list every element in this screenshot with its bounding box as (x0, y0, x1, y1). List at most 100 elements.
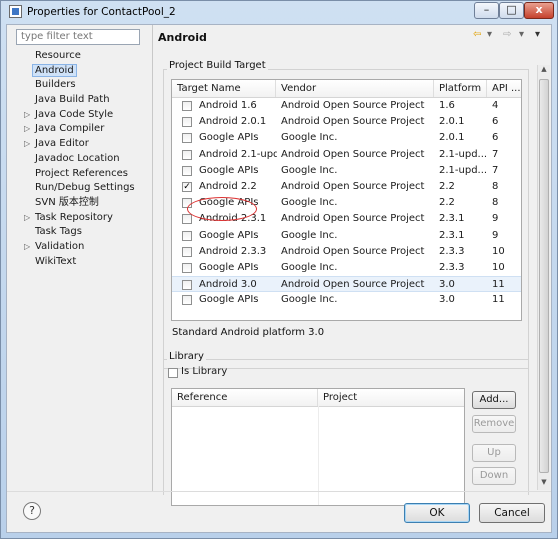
target-checkbox[interactable] (182, 101, 192, 111)
expand-arrow-icon[interactable]: ▷ (24, 211, 30, 226)
back-dropdown-icon[interactable]: ▾ (487, 29, 492, 40)
remove-button[interactable]: Remove (472, 415, 516, 433)
cell-api: 9 (492, 229, 499, 241)
column-header-platform[interactable]: Platform (434, 80, 487, 97)
column-header-api[interactable]: API ... (487, 80, 521, 97)
nav-item-label: SVN 版本控制 (35, 196, 99, 208)
properties-window: Properties for ContactPool_2 – □ x type … (0, 0, 558, 539)
cell-api: 8 (492, 181, 499, 192)
nav-item[interactable]: SVN 版本控制 (11, 196, 151, 211)
minimize-button[interactable]: – (474, 2, 499, 19)
scroll-thumb[interactable] (539, 79, 549, 473)
nav-item[interactable]: Project References (11, 167, 151, 182)
target-checkbox[interactable] (182, 117, 192, 128)
table-row[interactable]: Android 3.0 Android Open Source Project 3.… (172, 276, 521, 293)
target-checkbox[interactable] (182, 246, 192, 257)
table-row[interactable]: Google APIs Google Inc. 2.0.1 6 (172, 130, 521, 146)
sash-divider[interactable] (152, 25, 153, 491)
nav-item-label: Android (32, 63, 77, 77)
table-row[interactable]: Android 2.1-upd... Android Open Source Pr… (172, 147, 521, 163)
is-library-checkbox[interactable] (168, 368, 178, 378)
nav-item[interactable]: WikiText (11, 255, 151, 270)
cell-vendor: Google Inc. (281, 164, 338, 176)
add-button[interactable]: Add... (472, 391, 516, 409)
cell-vendor: Android Open Source Project (281, 116, 425, 128)
expand-arrow-icon[interactable]: ▷ (24, 122, 30, 137)
table-row[interactable]: Google APIs Google Inc. 2.3.1 9 (172, 228, 521, 244)
maximize-button[interactable]: □ (499, 2, 524, 19)
nav-item-label: Java Editor (35, 138, 89, 150)
cell-platform: 3.0 (439, 294, 455, 306)
title-bar[interactable]: Properties for ContactPool_2 – □ x (1, 1, 557, 23)
library-group-label: Library (167, 351, 206, 362)
expand-arrow-icon[interactable]: ▷ (24, 240, 30, 255)
column-header-vendor[interactable]: Vendor (276, 80, 434, 97)
window-title: Properties for ContactPool_2 (27, 6, 176, 18)
table-row[interactable]: Google APIs Google Inc. 2.3.3 10 (172, 260, 521, 276)
nav-item[interactable]: Task Tags (11, 225, 151, 240)
dialog-button-bar: ? OK Cancel (7, 491, 551, 534)
table-row[interactable]: Android 1.6 Android Open Source Project 1.… (172, 98, 521, 114)
down-button[interactable]: Down (472, 467, 516, 485)
nav-item[interactable]: ▷ Java Editor (11, 137, 151, 152)
nav-item[interactable]: Builders (11, 78, 151, 93)
target-checkbox[interactable] (182, 295, 192, 306)
expand-arrow-icon[interactable]: ▷ (24, 108, 30, 123)
scroll-down-icon[interactable]: ▼ (538, 478, 550, 490)
back-arrow-icon[interactable]: ⇦ (473, 29, 481, 40)
target-checkbox[interactable] (182, 133, 192, 144)
cell-platform: 2.3.1 (439, 229, 465, 241)
nav-item[interactable]: ▷ Task Repository (11, 211, 151, 226)
nav-item-label: WikiText (35, 255, 77, 267)
nav-item[interactable]: Resource (11, 49, 151, 64)
nav-item[interactable]: Javadoc Location (11, 152, 151, 167)
is-library-label[interactable]: Is Library (181, 366, 227, 377)
nav-item-label: Run/Debug Settings (35, 182, 135, 194)
target-checkbox[interactable] (182, 280, 192, 291)
nav-item-label: Builders (35, 79, 76, 91)
filter-input[interactable]: type filter text (16, 29, 140, 45)
property-page-tree: Resource Android Builders Java Build Path ▷ J… (11, 49, 151, 269)
nav-item[interactable]: Java Build Path (11, 93, 151, 108)
view-menu-icon[interactable]: ▾ (535, 29, 540, 40)
cell-api: 6 (492, 132, 499, 144)
cell-vendor: Android Open Source Project (281, 100, 425, 111)
cell-api: 7 (492, 148, 499, 160)
forward-dropdown-icon[interactable]: ▾ (519, 29, 524, 40)
target-checkbox[interactable] (182, 263, 192, 273)
table-row[interactable]: Google APIs Google Inc. 3.0 11 (172, 292, 521, 308)
target-checkbox[interactable] (182, 230, 192, 241)
nav-item[interactable]: Android (11, 63, 151, 79)
target-checkbox[interactable] (182, 149, 192, 160)
cell-name: Google APIs (199, 132, 259, 144)
nav-item[interactable]: Run/Debug Settings (11, 181, 151, 196)
cell-platform: 2.2 (439, 181, 455, 192)
scroll-up-icon[interactable]: ▲ (538, 65, 550, 77)
nav-item[interactable]: ▷ Java Compiler (11, 122, 151, 137)
column-header-target-name[interactable]: Target Name (172, 80, 276, 97)
column-header-reference[interactable]: Reference (172, 389, 318, 406)
up-button[interactable]: Up (472, 444, 516, 462)
page-title: Android (158, 31, 207, 44)
close-button[interactable]: x (524, 2, 554, 19)
table-row[interactable]: Android 2.0.1 Android Open Source Project… (172, 114, 521, 130)
forward-arrow-icon[interactable]: ⇨ (503, 29, 511, 40)
ok-button[interactable]: OK (404, 503, 470, 523)
table-row[interactable]: Google APIs Google Inc. 2.1-upd... 7 (172, 163, 521, 179)
cancel-button[interactable]: Cancel (479, 503, 545, 523)
cell-platform: 2.2 (439, 197, 455, 209)
nav-item-label: Java Compiler (35, 123, 105, 135)
help-icon[interactable]: ? (23, 502, 41, 520)
build-target-table-header: Target Name Vendor Platform API ... (172, 80, 521, 98)
nav-item[interactable]: ▷ Java Code Style (11, 108, 151, 123)
page-vertical-scrollbar[interactable]: ▲ ▼ (537, 65, 550, 490)
cell-platform: 2.3.3 (439, 262, 465, 273)
table-row[interactable]: ✓ Android 2.2 Android Open Source Project 2… (172, 179, 521, 195)
target-checkbox[interactable]: ✓ (182, 182, 192, 192)
target-checkbox[interactable] (182, 214, 192, 225)
nav-item[interactable]: ▷ Validation (11, 240, 151, 255)
table-row[interactable]: Android 2.3.3 Android Open Source Project… (172, 244, 521, 260)
target-checkbox[interactable] (182, 165, 192, 176)
column-header-project[interactable]: Project (318, 389, 464, 406)
expand-arrow-icon[interactable]: ▷ (24, 137, 30, 152)
